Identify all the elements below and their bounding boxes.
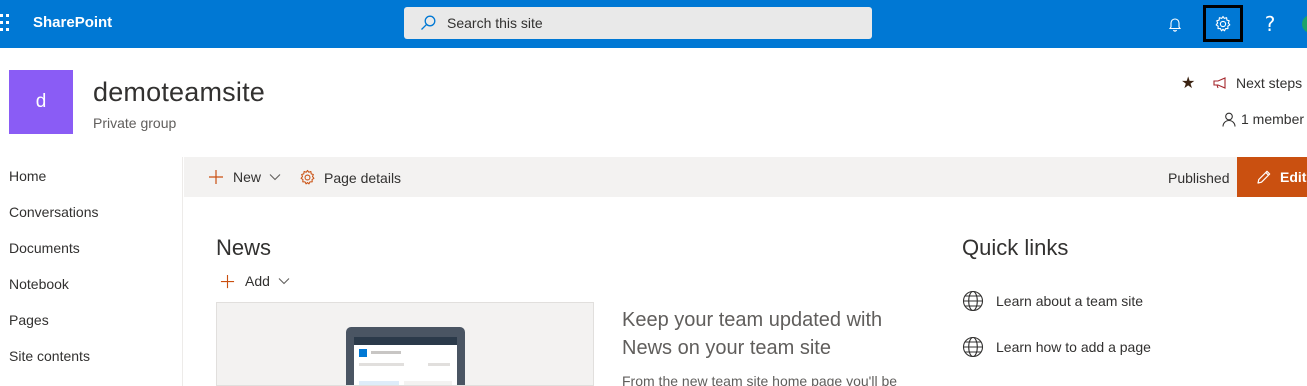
quick-link-label: Learn about a team site xyxy=(996,293,1144,309)
site-subtitle: Private group xyxy=(93,115,177,131)
page-details-button[interactable]: Page details xyxy=(299,169,401,186)
suite-bar: SharePoint Search this site ? xyxy=(0,0,1307,48)
nav-item-notebook[interactable]: Notebook xyxy=(9,276,69,292)
news-placeholder-image xyxy=(216,302,594,386)
news-heading: News xyxy=(216,235,272,260)
new-button[interactable]: New xyxy=(208,169,281,185)
search-placeholder: Search this site xyxy=(447,15,543,31)
quick-link-item[interactable]: Learn how to add a page xyxy=(962,336,1151,358)
nav-item-home[interactable]: Home xyxy=(9,168,46,184)
app-launcher-icon[interactable] xyxy=(0,14,12,34)
add-news-button[interactable]: Add xyxy=(220,273,290,289)
chevron-down-icon xyxy=(269,174,281,181)
plus-icon xyxy=(209,170,223,184)
chevron-down-icon xyxy=(278,278,290,285)
search-icon xyxy=(421,15,436,30)
person-icon xyxy=(1222,112,1236,127)
left-navigation: Home Conversations Documents Notebook Pa… xyxy=(0,157,183,386)
status-published: Published xyxy=(1168,170,1230,186)
nav-item-site-contents[interactable]: Site contents xyxy=(9,348,90,364)
members-button[interactable]: 1 member xyxy=(1222,111,1304,127)
next-steps-label: Next steps xyxy=(1236,75,1303,91)
device-illustration xyxy=(346,327,465,385)
nav-item-documents[interactable]: Documents xyxy=(9,240,80,256)
next-steps-button[interactable]: Next steps xyxy=(1213,75,1302,91)
new-label: New xyxy=(233,169,262,185)
gear-icon xyxy=(300,169,315,185)
gear-icon[interactable] xyxy=(1203,5,1243,42)
quick-link-item[interactable]: Learn about a team site xyxy=(962,290,1143,312)
pencil-icon xyxy=(1257,170,1271,184)
news-placeholder-headline: Keep your team updated with News on your… xyxy=(622,309,883,359)
edit-label: Edit xyxy=(1280,169,1307,185)
command-bar: New Page details Published Edit xyxy=(184,157,1307,197)
nav-item-conversations[interactable]: Conversations xyxy=(9,204,99,220)
globe-icon xyxy=(962,290,984,312)
bell-icon[interactable] xyxy=(1159,8,1191,40)
avatar[interactable] xyxy=(1302,15,1307,33)
site-title[interactable]: demoteamsite xyxy=(93,76,265,108)
quick-links-heading: Quick links xyxy=(962,235,1069,260)
quick-link-label: Learn how to add a page xyxy=(996,339,1151,355)
megaphone-icon xyxy=(1213,77,1226,89)
nav-item-pages[interactable]: Pages xyxy=(9,312,49,328)
add-news-label: Add xyxy=(245,273,270,289)
follow-star-icon[interactable]: ★ xyxy=(1181,74,1195,92)
members-label: 1 member xyxy=(1241,111,1305,127)
page-details-label: Page details xyxy=(324,169,402,186)
news-placeholder-body: From the new team site home page you'll … xyxy=(622,373,898,386)
globe-icon xyxy=(962,336,984,358)
site-logo[interactable]: d xyxy=(9,70,73,134)
search-input[interactable]: Search this site xyxy=(404,7,872,39)
app-name[interactable]: SharePoint xyxy=(33,14,112,32)
plus-icon xyxy=(220,274,235,288)
edit-button[interactable]: Edit xyxy=(1237,157,1307,197)
help-icon[interactable]: ? xyxy=(1254,8,1286,40)
